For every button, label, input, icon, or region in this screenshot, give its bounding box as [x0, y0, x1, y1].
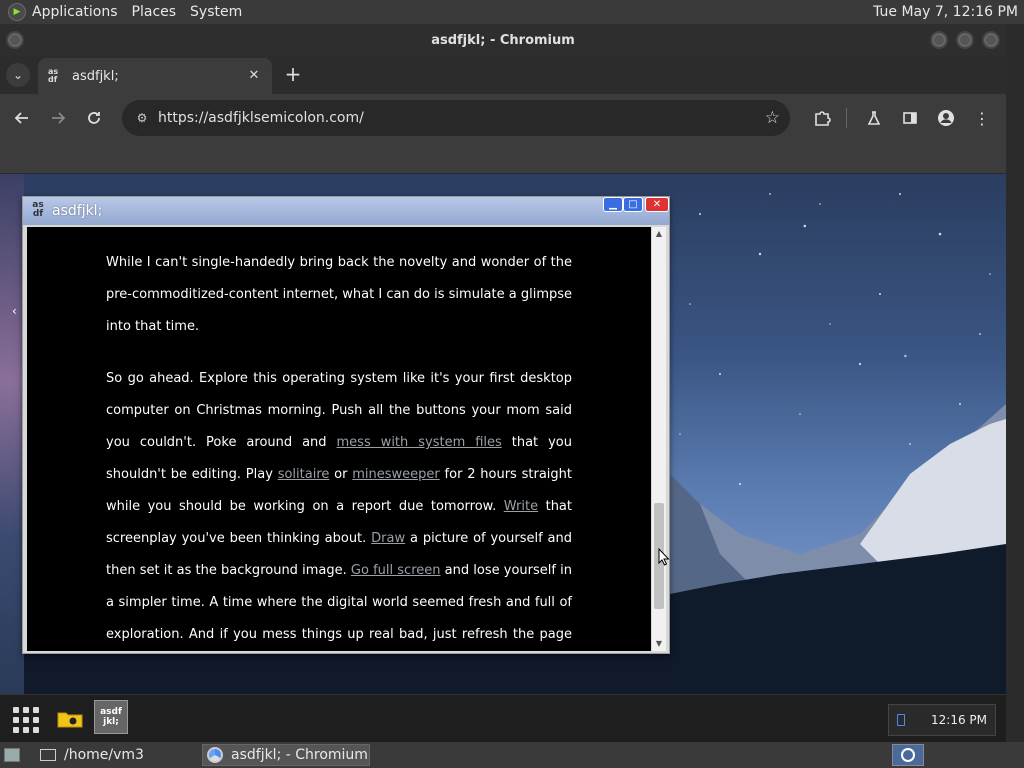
browser-toolbar: ⚙ https://asdfjklsemicolon.com/ ☆ ⋮ [0, 94, 1006, 142]
address-bar[interactable]: ⚙ https://asdfjklsemicolon.com/ ☆ [122, 100, 790, 136]
window-title: asdfjkl; - Chromium [431, 32, 575, 48]
app-titlebar[interactable]: as df asdfjkl; ▁ □ ✕ [23, 197, 669, 225]
app-window-icon: as df [32, 200, 44, 219]
p2-text-3: or [329, 467, 353, 482]
workspace-icon [901, 748, 915, 762]
page-taskbar: asdf jkl; 12:16 PM [0, 694, 1006, 742]
taskbar-terminal-label: /home/vm3 [64, 747, 144, 763]
tray-clock[interactable]: 12:16 PM [931, 713, 987, 727]
bookmarks-bar [0, 142, 1006, 174]
terminal-icon [40, 749, 56, 761]
forward-arrow-icon[interactable] [46, 106, 70, 130]
applications-menu[interactable]: Applications [26, 0, 126, 24]
scroll-down-arrow-icon[interactable]: ▼ [652, 637, 666, 651]
app-content-area[interactable]: While I can't single-handedly bring back… [27, 227, 651, 651]
app-maximize-button[interactable]: □ [623, 197, 643, 212]
link-draw[interactable]: Draw [371, 531, 405, 546]
chromium-icon [207, 747, 223, 763]
taskbar-item-terminal[interactable]: /home/vm3 [34, 744, 198, 766]
paragraph-2: So go ahead. Explore this operating syst… [106, 363, 572, 651]
system-tray[interactable]: 12:16 PM [888, 704, 996, 736]
bottom-panel: /home/vm3 asdfjkl; - Chromium [0, 742, 1024, 768]
desktop-left-edge: ‹ [0, 174, 24, 694]
maximize-button[interactable] [956, 31, 974, 49]
workspace-switcher[interactable] [892, 744, 924, 766]
app-scrollbar[interactable]: ▲ ▼ [652, 227, 666, 651]
side-panel-icon[interactable] [898, 106, 922, 130]
link-go-full-screen[interactable]: Go full screen [351, 563, 441, 578]
scroll-up-arrow-icon[interactable]: ▲ [652, 227, 666, 241]
new-tab-plus-icon[interactable]: + [282, 64, 304, 86]
labs-flask-icon[interactable] [862, 106, 886, 130]
app-grid-icon[interactable] [8, 703, 40, 735]
bookmark-star-icon[interactable]: ☆ [765, 108, 780, 128]
link-write[interactable]: Write [504, 499, 538, 514]
app-close-button[interactable]: ✕ [645, 197, 669, 212]
site-info-icon[interactable]: ⚙ [132, 111, 152, 125]
app-title: asdfjkl; [52, 203, 103, 219]
app-minimize-button[interactable]: ▁ [603, 197, 623, 212]
toolbar-divider [846, 108, 847, 128]
tab-asdfjkl[interactable]: as df asdfjkl; ✕ [38, 58, 272, 94]
taskbar-chromium-label: asdfjkl; - Chromium [231, 747, 368, 763]
back-arrow-icon[interactable] [10, 106, 34, 130]
tab-search-chevron-icon[interactable]: ⌄ [6, 63, 30, 87]
link-mess-with-system-files[interactable]: mess with system files [337, 435, 502, 450]
paragraph-1: While I can't single-handedly bring back… [106, 255, 573, 334]
asdfjkl-app-window[interactable]: as df asdfjkl; ▁ □ ✕ While I can't single… [22, 196, 670, 654]
chromium-titlebar[interactable]: asdfjkl; - Chromium [0, 24, 1006, 56]
edge-glyph: ‹ [12, 304, 17, 318]
battery-icon [897, 714, 905, 726]
folder-icon[interactable] [56, 707, 84, 731]
taskbar-item-chromium[interactable]: asdfjkl; - Chromium [202, 744, 370, 766]
top-panel: ▶ Applications Places System Tue May 7, … [0, 0, 1024, 24]
mouse-cursor-icon [658, 548, 670, 566]
system-menu[interactable]: System [184, 0, 250, 24]
link-solitaire[interactable]: solitaire [278, 467, 330, 482]
window-menu-button[interactable] [6, 31, 24, 49]
tab-title: asdfjkl; [72, 68, 119, 84]
profile-avatar-icon[interactable] [934, 106, 958, 130]
top-panel-clock[interactable]: Tue May 7, 12:16 PM [873, 0, 1018, 24]
tab-close-icon[interactable]: ✕ [246, 67, 262, 83]
close-window-button[interactable] [982, 31, 1000, 49]
tab-strip: ⌄ as df asdfjkl; ✕ + [0, 56, 1006, 94]
places-menu[interactable]: Places [126, 0, 185, 24]
asdfjkl-taskbar-button[interactable]: asdf jkl; [94, 700, 128, 734]
reload-icon[interactable] [82, 106, 106, 130]
os-logo-icon[interactable]: ▶ [8, 3, 26, 21]
url-text[interactable]: https://asdfjklsemicolon.com/ [158, 110, 364, 126]
show-desktop-icon[interactable] [4, 748, 20, 762]
tab-favicon-icon: as df [48, 67, 59, 84]
minimize-button[interactable] [930, 31, 948, 49]
more-menu-icon[interactable]: ⋮ [970, 106, 994, 130]
link-minesweeper[interactable]: minesweeper [352, 467, 440, 482]
article-text: While I can't single-handedly bring back… [106, 247, 572, 651]
extensions-puzzle-icon[interactable] [810, 106, 834, 130]
